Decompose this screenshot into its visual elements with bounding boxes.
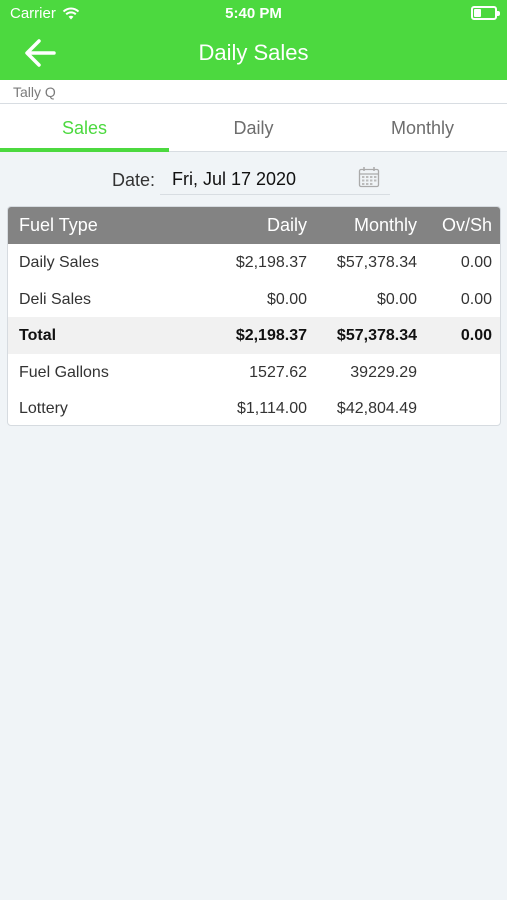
cell-daily: 1527.62 — [249, 363, 307, 381]
status-bar: Carrier 5:40 PM — [0, 0, 507, 28]
cell-type: Fuel Gallons — [19, 363, 109, 381]
cell-daily: $0.00 — [266, 290, 307, 308]
status-time: 5:40 PM — [225, 5, 282, 22]
calendar-icon[interactable] — [358, 166, 380, 188]
cell-daily: $2,198.37 — [235, 254, 307, 271]
navigation-bar: Daily Sales — [0, 28, 507, 80]
cell-monthly: $0.00 — [376, 290, 417, 308]
header-ovsh: Ov/Sh — [441, 215, 492, 235]
tab-monthly[interactable]: Monthly — [338, 104, 507, 151]
table-row: Fuel Gallons 1527.62 39229.29 — [8, 354, 500, 391]
header-monthly: Monthly — [353, 215, 417, 235]
sales-table: Fuel Type Daily Monthly Ov/Sh Daily Sale… — [7, 206, 501, 426]
page-title: Daily Sales — [198, 40, 309, 65]
cell-monthly: $42,804.49 — [336, 400, 417, 418]
cell-monthly: $57,378.34 — [336, 327, 417, 345]
header-daily: Daily — [266, 215, 307, 235]
table-header: Fuel Type Daily Monthly Ov/Sh — [8, 207, 500, 244]
app-header: Carrier 5:40 PM Daily Sales — [0, 0, 507, 80]
date-row: Date: Fri, Jul 17 2020 — [0, 162, 507, 198]
table-row: Lottery $1,114.00 $42,804.49 — [8, 390, 500, 425]
table-row-total: Total $2,198.37 $57,378.34 0.00 — [8, 317, 500, 354]
date-label: Date: — [112, 170, 156, 190]
cell-type: Total — [19, 327, 57, 345]
table-row: Deli Sales $0.00 $0.00 0.00 — [8, 281, 500, 318]
cell-type: Deli Sales — [19, 290, 92, 308]
battery-icon — [471, 6, 500, 20]
cell-ovsh: 0.00 — [460, 290, 492, 308]
date-value: Fri, Jul 17 2020 — [172, 169, 297, 189]
cell-monthly: $57,378.34 — [336, 254, 417, 271]
tab-bar: Sales Daily Monthly — [0, 104, 507, 152]
table-row: Daily Sales $2,198.37 $57,378.34 0.00 — [8, 244, 500, 281]
cell-ovsh: 0.00 — [460, 327, 492, 345]
cell-type: Daily Sales — [19, 254, 100, 271]
cell-monthly: 39229.29 — [350, 363, 417, 381]
cell-daily: $2,198.37 — [235, 327, 307, 345]
tab-daily[interactable]: Daily — [169, 104, 338, 151]
header-fuel-type: Fuel Type — [19, 215, 98, 235]
cell-ovsh: 0.00 — [460, 254, 492, 271]
cell-daily: $1,114.00 — [237, 400, 307, 418]
cell-type: Lottery — [19, 400, 68, 418]
date-picker-field[interactable]: Fri, Jul 17 2020 — [160, 162, 390, 195]
account-name: Tally Q — [0, 80, 507, 104]
tab-sales[interactable]: Sales — [0, 104, 169, 152]
